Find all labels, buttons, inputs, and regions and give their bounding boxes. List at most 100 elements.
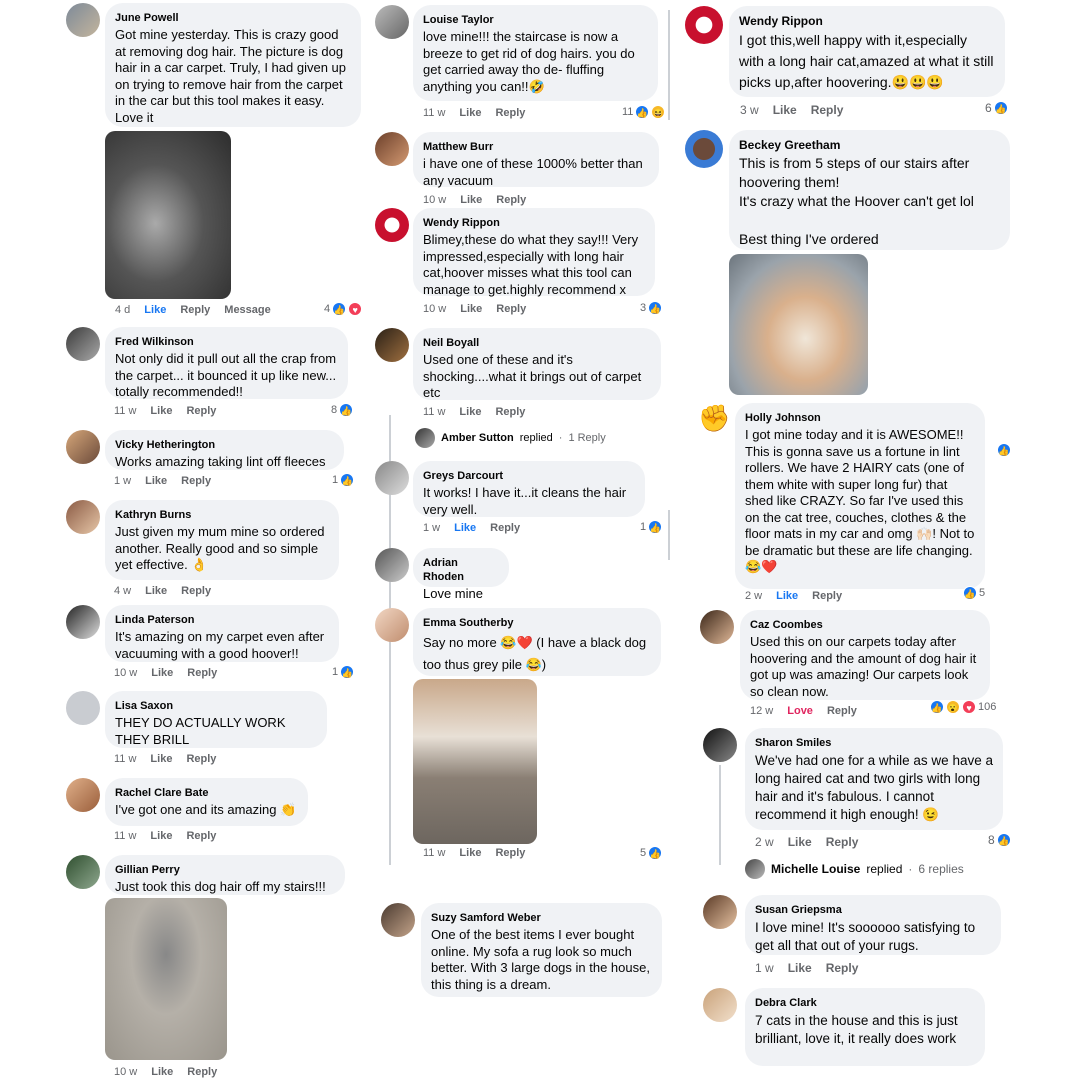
like-button[interactable]: Like	[145, 475, 167, 487]
avatar[interactable]: ✊	[698, 403, 728, 433]
reaction-count[interactable]: 5 👍	[640, 846, 663, 860]
like-button[interactable]: Like	[459, 406, 481, 418]
avatar[interactable]	[375, 5, 409, 39]
like-button[interactable]: Like	[144, 304, 166, 316]
like-button[interactable]: Like	[151, 1066, 173, 1078]
reply-button[interactable]: Reply	[827, 705, 857, 717]
like-button[interactable]: Like	[460, 303, 482, 315]
commenter-name[interactable]: Lisa Saxon	[115, 699, 317, 713]
like-button[interactable]: Like	[460, 194, 482, 206]
view-replies-link[interactable]: Amber Sutton replied · 1 Reply	[415, 428, 606, 448]
reaction-count[interactable]: 1 👍	[332, 665, 355, 679]
avatar[interactable]	[66, 430, 100, 464]
reaction-count[interactable]: 6 👍	[985, 101, 1008, 115]
like-button[interactable]: Like	[150, 753, 172, 765]
avatar[interactable]	[66, 778, 100, 812]
reply-button[interactable]: Reply	[186, 753, 216, 765]
commenter-name[interactable]: Gillian Perry	[115, 863, 335, 877]
reaction-count[interactable]: 11 👍 😆	[622, 105, 666, 119]
like-button[interactable]: Like	[150, 830, 172, 842]
comment-photo[interactable]	[729, 254, 868, 395]
like-button[interactable]: Like	[773, 103, 797, 117]
reply-button[interactable]: Reply	[181, 585, 211, 597]
reply-button[interactable]: Reply	[496, 194, 526, 206]
reply-button[interactable]: Reply	[826, 835, 859, 849]
reply-button[interactable]: Reply	[186, 830, 216, 842]
like-button[interactable]: Like	[776, 590, 798, 602]
like-button[interactable]: Like	[454, 522, 476, 534]
commenter-name[interactable]: June Powell	[115, 11, 351, 25]
commenter-name[interactable]: Vicky Hetherington	[115, 438, 334, 452]
comment-photo[interactable]	[105, 898, 227, 1060]
comment-photo[interactable]	[105, 131, 231, 299]
view-replies-link[interactable]: Michelle Louise replied · 6 replies	[745, 859, 964, 879]
like-button[interactable]: Like	[459, 847, 481, 859]
reaction-count[interactable]: 4 👍 ♥	[324, 302, 363, 316]
commenter-name[interactable]: Linda Paterson	[115, 613, 329, 627]
avatar[interactable]	[66, 3, 100, 37]
commenter-name[interactable]: Louise Taylor	[423, 13, 648, 27]
reaction-count[interactable]: 8 👍	[331, 403, 354, 417]
reply-button[interactable]: Reply	[496, 303, 526, 315]
avatar[interactable]	[700, 610, 734, 644]
like-button[interactable]: Like	[459, 107, 481, 119]
commenter-name[interactable]: Adrian Rhoden	[423, 556, 499, 584]
commenter-name[interactable]: Matthew Burr	[423, 140, 649, 154]
reply-button[interactable]: Reply	[186, 405, 216, 417]
reply-button[interactable]: Reply	[490, 522, 520, 534]
reply-button[interactable]: Reply	[495, 107, 525, 119]
avatar[interactable]	[375, 328, 409, 362]
reaction-count[interactable]: 1 👍	[640, 520, 663, 534]
like-reaction-icon[interactable]: 👍	[997, 443, 1011, 457]
commenter-name[interactable]: Rachel Clare Bate	[115, 786, 298, 800]
reply-button[interactable]: Reply	[826, 961, 859, 975]
commenter-name[interactable]: Debra Clark	[755, 996, 975, 1010]
avatar[interactable]	[66, 605, 100, 639]
reaction-count[interactable]: 1 👍	[332, 473, 355, 487]
commenter-name[interactable]: Suzy Samford Weber	[431, 911, 652, 925]
reply-button[interactable]: Reply	[180, 304, 210, 316]
commenter-name[interactable]: Emma Southerby	[423, 616, 651, 630]
commenter-name[interactable]: Holly Johnson	[745, 411, 975, 425]
reply-button[interactable]: Reply	[495, 406, 525, 418]
avatar[interactable]	[66, 327, 100, 361]
avatar[interactable]	[685, 130, 723, 168]
reply-button[interactable]: Reply	[187, 1066, 217, 1078]
reaction-count[interactable]: 👍 5	[963, 586, 985, 600]
avatar[interactable]	[381, 903, 415, 937]
reaction-count[interactable]: 8 👍	[988, 833, 1011, 847]
commenter-name[interactable]: Kathryn Burns	[115, 508, 329, 522]
reaction-count[interactable]: 3 👍	[640, 301, 663, 315]
avatar[interactable]	[685, 6, 723, 44]
avatar[interactable]	[375, 461, 409, 495]
message-button[interactable]: Message	[224, 304, 270, 316]
commenter-name[interactable]: Wendy Rippon	[739, 14, 995, 28]
reply-button[interactable]: Reply	[811, 103, 844, 117]
avatar[interactable]	[66, 500, 100, 534]
commenter-name[interactable]: Sharon Smiles	[755, 736, 993, 750]
reply-button[interactable]: Reply	[812, 590, 842, 602]
commenter-name[interactable]: Wendy Rippon	[423, 216, 645, 230]
reply-button[interactable]: Reply	[187, 667, 217, 679]
commenter-name[interactable]: Susan Griepsma	[755, 903, 991, 917]
commenter-name[interactable]: Fred Wilkinson	[115, 335, 338, 349]
avatar[interactable]	[375, 208, 409, 242]
commenter-name[interactable]: Caz Coombes	[750, 618, 980, 632]
reaction-count[interactable]: 👍 😮 ♥ 106	[930, 700, 996, 714]
like-button[interactable]: Like	[788, 835, 812, 849]
avatar[interactable]	[375, 548, 409, 582]
reply-button[interactable]: Reply	[495, 847, 525, 859]
comment-photo[interactable]	[413, 679, 537, 844]
commenter-name[interactable]: Beckey Greetham	[739, 138, 1000, 152]
avatar[interactable]	[66, 691, 100, 725]
avatar[interactable]	[66, 855, 100, 889]
avatar[interactable]	[375, 132, 409, 166]
commenter-name[interactable]: Neil Boyall	[423, 336, 651, 350]
love-button[interactable]: Love	[787, 705, 813, 717]
like-button[interactable]: Like	[145, 585, 167, 597]
like-button[interactable]: Like	[788, 961, 812, 975]
like-button[interactable]: Like	[150, 405, 172, 417]
avatar[interactable]	[375, 608, 409, 642]
avatar[interactable]	[703, 988, 737, 1022]
avatar[interactable]	[703, 895, 737, 929]
